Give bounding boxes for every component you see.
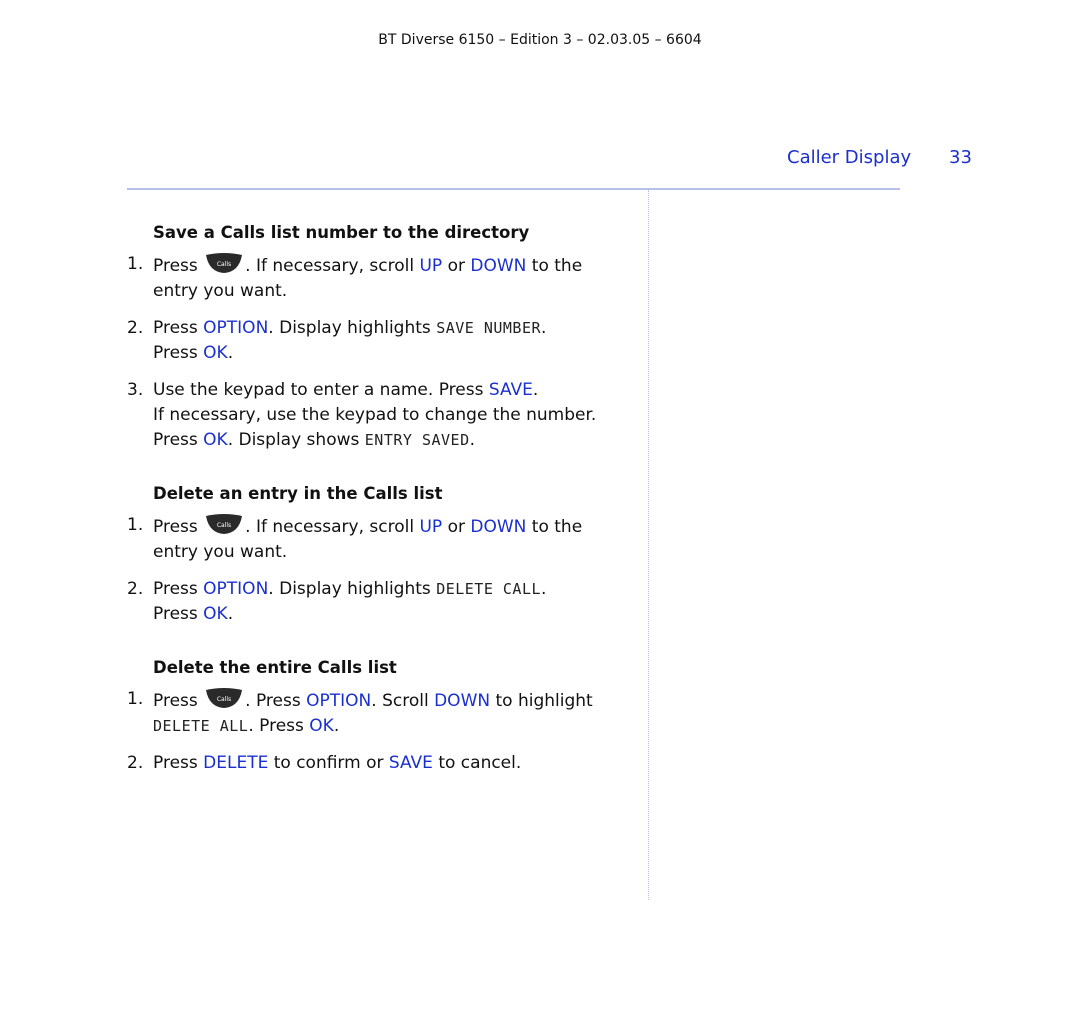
section-delete-entry: Delete an entry in the Calls list 1. Pre… — [127, 481, 627, 627]
section-save-to-directory: Save a Calls list number to the director… — [127, 220, 627, 453]
section-heading: Delete an entry in the Calls list — [153, 484, 443, 503]
text: . — [541, 579, 547, 599]
key-ok: OK — [203, 343, 228, 363]
step-item: 2. Press OPTION. Display highlights SAVE… — [127, 316, 627, 366]
text: . Scroll — [371, 691, 429, 711]
text: . — [227, 343, 234, 363]
step-item: 1. Press . If necessary, scroll UP or DO… — [127, 513, 627, 565]
text: . Display highlights — [268, 318, 431, 338]
step-number: 1. — [127, 689, 144, 709]
key-delete: DELETE — [203, 753, 269, 773]
text: . — [227, 604, 234, 624]
section-title: Caller Display — [787, 147, 912, 168]
text: . If necessary, scroll — [245, 517, 415, 537]
text: to highlight — [495, 691, 593, 711]
header-rule — [127, 188, 900, 190]
text: Use the keypad to enter a name. Press — [153, 380, 484, 400]
key-ok: OK — [203, 430, 228, 450]
instructions-column: Save a Calls list number to the director… — [127, 220, 627, 804]
key-save: SAVE — [488, 380, 533, 400]
display-text: DELETE CALL — [436, 580, 542, 598]
text: Press — [153, 318, 198, 338]
section-delete-all: Delete the entire Calls list 1. Press . … — [127, 655, 627, 776]
step-list: 1. Press . If necessary, scroll UP or DO… — [127, 513, 627, 627]
text: Press — [153, 256, 198, 276]
step-number: 2. — [127, 579, 144, 599]
text: . Display shows — [227, 430, 360, 450]
step-number: 1. — [127, 254, 144, 274]
text: Press — [153, 579, 198, 599]
step-item: 1. Press . If necessary, scroll UP or DO… — [127, 252, 627, 304]
text: . — [541, 318, 547, 338]
calls-button-icon — [205, 252, 243, 274]
text: Press — [153, 753, 198, 773]
step-text: Press . If necessary, scroll UP or DOWN … — [153, 252, 627, 304]
document-header: BT Diverse 6150 – Edition 3 – 02.03.05 –… — [378, 32, 702, 48]
step-item: 2. Press OPTION. Display highlights DELE… — [127, 577, 627, 627]
text: or — [447, 256, 465, 276]
step-list: 1. Press . If necessary, scroll UP or DO… — [127, 252, 627, 453]
key-option: OPTION — [203, 579, 269, 599]
text: . Press — [245, 691, 301, 711]
step-number: 2. — [127, 318, 144, 338]
step-text: Press DELETE to confirm or SAVE to cance… — [153, 751, 627, 776]
step-text: Press OPTION. Display highlights SAVE NU… — [153, 316, 627, 366]
key-down: DOWN — [470, 517, 527, 537]
step-text: Press . If necessary, scroll UP or DOWN … — [153, 513, 627, 565]
step-number: 3. — [127, 380, 144, 400]
page-number: 33 — [949, 147, 972, 168]
text: . If necessary, scroll — [245, 256, 415, 276]
text: . Display highlights — [268, 579, 431, 599]
key-option: OPTION — [203, 318, 269, 338]
text: or — [447, 517, 465, 537]
step-item: 3. Use the keypad to enter a name. Press… — [127, 378, 627, 453]
text: . — [333, 716, 340, 736]
text: Press — [153, 691, 198, 711]
text: to cancel. — [438, 753, 522, 773]
text: . Press — [248, 716, 304, 736]
step-number: 1. — [127, 515, 144, 535]
text: . — [532, 380, 539, 400]
step-item: 1. Press . Press OPTION. Scroll DOWN to … — [127, 687, 627, 739]
key-save: SAVE — [388, 753, 433, 773]
key-option: OPTION — [306, 691, 372, 711]
key-up: UP — [419, 517, 443, 537]
display-text: DELETE ALL — [153, 717, 249, 735]
key-down: DOWN — [470, 256, 527, 276]
text: to confirm or — [273, 753, 384, 773]
text: Press — [153, 430, 198, 450]
calls-button-icon — [205, 687, 243, 709]
key-ok: OK — [309, 716, 334, 736]
key-ok: OK — [203, 604, 228, 624]
column-divider — [648, 190, 649, 900]
section-heading: Delete the entire Calls list — [153, 658, 397, 677]
section-heading: Save a Calls list number to the director… — [153, 223, 530, 242]
step-text: Press . Press OPTION. Scroll DOWN to hig… — [153, 687, 627, 739]
step-list: 1. Press . Press OPTION. Scroll DOWN to … — [127, 687, 627, 776]
text: . — [469, 430, 476, 450]
calls-button-icon — [205, 513, 243, 535]
step-number: 2. — [127, 753, 144, 773]
key-up: UP — [419, 256, 443, 276]
display-text: ENTRY SAVED — [364, 431, 470, 449]
step-text: Press OPTION. Display highlights DELETE … — [153, 577, 627, 627]
text: Press — [153, 517, 198, 537]
text: Press — [153, 343, 198, 363]
text: If necessary, use the keypad to change t… — [153, 405, 597, 425]
text: Press — [153, 604, 198, 624]
display-text: SAVE NUMBER — [436, 319, 542, 337]
key-down: DOWN — [434, 691, 491, 711]
step-item: 2. Press DELETE to confirm or SAVE to ca… — [127, 751, 627, 776]
step-text: Use the keypad to enter a name. Press SA… — [153, 378, 627, 453]
